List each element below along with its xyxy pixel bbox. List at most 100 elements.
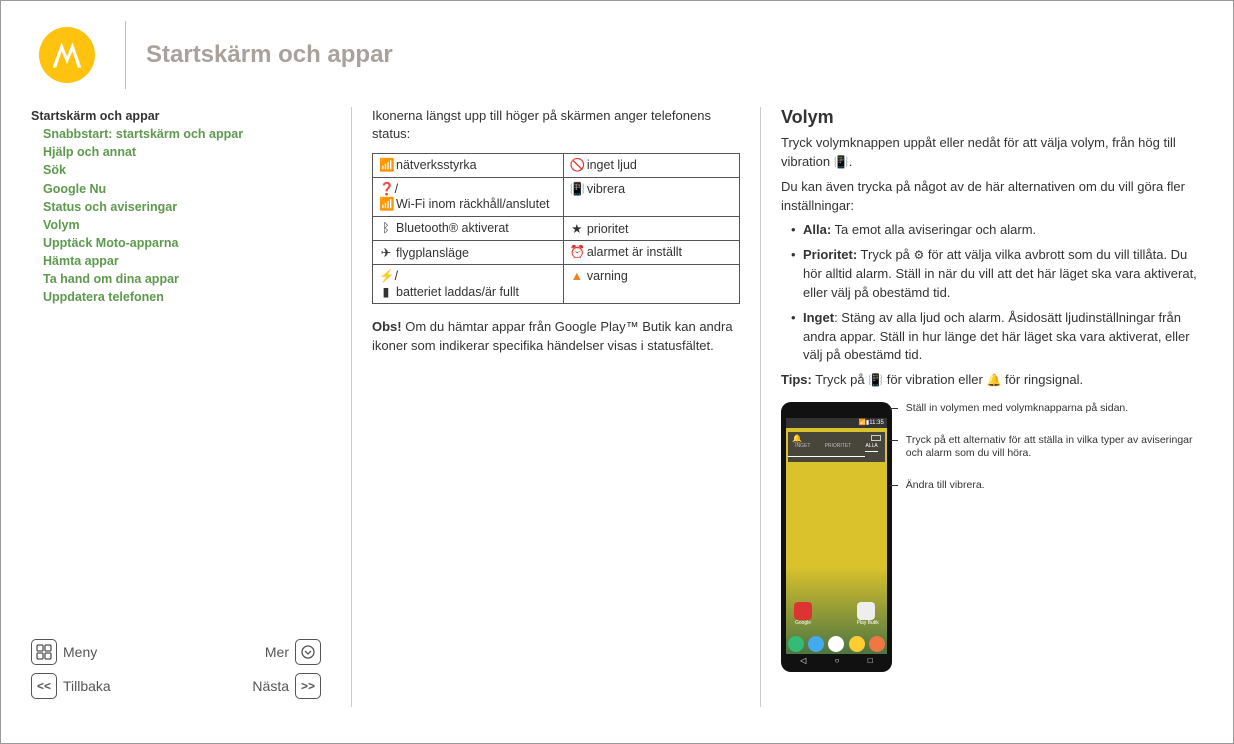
- motorola-logo: [39, 27, 95, 83]
- toc-item[interactable]: Uppdatera telefonen: [43, 288, 331, 306]
- menu-label: Meny: [63, 644, 97, 660]
- airplane-icon: ✈: [379, 245, 393, 260]
- main-content: Startskärm och appar Snabbstart: startsk…: [31, 107, 1203, 707]
- cell-text: vibrera: [587, 182, 625, 196]
- toc-item[interactable]: Ta hand om dina appar: [43, 270, 331, 288]
- cell-text: nätverksstyrka: [396, 158, 477, 172]
- bell-icon: 🔔: [986, 373, 1001, 387]
- phone-status-bar: 📶▮11:35: [786, 418, 887, 428]
- next-label: Nästa: [252, 678, 289, 694]
- right-column: Volym Tryck volymknappen uppåt eller ned…: [761, 107, 1203, 707]
- callout-text: Ställ in volymen med volymknapparna på s…: [900, 402, 1203, 416]
- header-divider: [125, 21, 126, 89]
- list-item: Prioritet: Tryck på ⚙ för att välja vilk…: [791, 246, 1203, 303]
- cell-text: Bluetooth® aktiverat: [396, 221, 509, 235]
- app-shortcuts-row: Google Play Butik: [794, 602, 879, 626]
- volume-panel: 🔔 INGET PRIORITET ALLA: [788, 432, 885, 462]
- dock-app-icon: [828, 636, 844, 652]
- toc-item[interactable]: Hjälp och annat: [43, 143, 331, 161]
- star-icon: ★: [570, 221, 584, 236]
- intro-text: Ikonerna längst upp till höger på skärme…: [372, 107, 740, 143]
- bullet-list: Alla: Ta emot alla aviseringar och alarm…: [781, 221, 1203, 365]
- more-button[interactable]: Mer: [265, 639, 321, 665]
- toc-item[interactable]: Volym: [43, 216, 331, 234]
- cell-text: inget ljud: [587, 158, 637, 172]
- phone-illustration: 📶▮11:35 🔔 INGET PRIORITET ALLA: [781, 402, 1203, 672]
- toc-item[interactable]: Upptäck Moto-apparna: [43, 234, 331, 252]
- dock-row: [786, 636, 887, 652]
- table-row: ⚡/▮batteriet laddas/är fullt ▲varning: [373, 265, 740, 304]
- gear-icon: ⚙: [914, 248, 925, 262]
- phone-frame: 📶▮11:35 🔔 INGET PRIORITET ALLA: [781, 402, 892, 672]
- table-row: ᛒBluetooth® aktiverat ★prioritet: [373, 217, 740, 241]
- menu-button[interactable]: Meny: [31, 639, 97, 665]
- vibrate-icon: 📳: [834, 155, 849, 169]
- list-item: Alla: Ta emot alla aviseringar och alarm…: [791, 221, 1203, 240]
- cell-text: Wi-Fi inom räckhåll/anslutet: [396, 197, 550, 211]
- volume-track: [788, 456, 865, 457]
- dock-app-icon: [869, 636, 885, 652]
- tips-line: Tips: Tryck på 📳 för vibration eller 🔔 f…: [781, 371, 1203, 390]
- toc-item[interactable]: Sök: [43, 161, 331, 179]
- cell-text: flygplansläge: [396, 246, 469, 260]
- bluetooth-icon: ᛒ: [379, 221, 393, 235]
- back-button[interactable]: << Tillbaka: [31, 673, 111, 699]
- phone-screen: 📶▮11:35 🔔 INGET PRIORITET ALLA: [786, 418, 887, 666]
- more-icon: [295, 639, 321, 665]
- paragraph: Du kan även trycka på något av de här al…: [781, 178, 1203, 216]
- menu-icon: [31, 639, 57, 665]
- table-row: ❓/📶Wi-Fi inom räckhåll/anslutet 📳vibrera: [373, 178, 740, 217]
- page-title: Startskärm och appar: [146, 41, 393, 69]
- section-title: Volym: [781, 107, 1203, 128]
- toc-item[interactable]: Google Nu: [43, 180, 331, 198]
- next-icon: >>: [295, 673, 321, 699]
- alarm-icon: ⏰: [570, 245, 584, 260]
- dock-app-icon: [808, 636, 824, 652]
- note-body: Om du hämtar appar från Google Play™ But…: [372, 319, 733, 352]
- callout-text: Tryck på ett alternativ för att ställa i…: [900, 434, 1203, 461]
- phone-nav-bar: ◁○□: [786, 654, 887, 666]
- cell-text: batteriet laddas/är fullt: [396, 285, 519, 299]
- callout-text: Ändra till vibrera.: [900, 479, 1203, 493]
- table-row: 📶nätverksstyrka 🚫inget ljud: [373, 154, 740, 178]
- cell-text: prioritet: [587, 222, 629, 236]
- back-label: Tillbaka: [63, 678, 111, 694]
- vibrate-icon: 📳: [868, 373, 883, 387]
- table-row: ✈flygplansläge ⏰alarmet är inställt: [373, 241, 740, 265]
- next-button[interactable]: Nästa >>: [252, 673, 321, 699]
- dock-app-icon: [788, 636, 804, 652]
- google-app-icon: [794, 602, 812, 620]
- toc-item[interactable]: Hämta appar: [43, 252, 331, 270]
- bottom-nav: Meny Mer << Tillbaka Nästa: [31, 639, 331, 707]
- volume-slider-icon: [871, 435, 881, 441]
- page: Startskärm och appar Startskärm och appa…: [0, 0, 1234, 744]
- toc-heading: Startskärm och appar: [31, 107, 331, 125]
- signal-icon: 📶: [379, 158, 393, 173]
- list-item: Inget: Stäng av alla ljud och alarm. Åsi…: [791, 309, 1203, 366]
- tab-none: INGET: [795, 443, 810, 452]
- back-icon: <<: [31, 673, 57, 699]
- more-label: Mer: [265, 644, 289, 660]
- paragraph: Tryck volymknappen uppåt eller nedåt för…: [781, 134, 1203, 172]
- wifi-icon: ❓/📶: [379, 182, 393, 212]
- toc-item[interactable]: Snabbstart: startskärm och appar: [43, 125, 331, 143]
- tab-priority: PRIORITET: [825, 443, 852, 452]
- battery-icon: ⚡/▮: [379, 269, 393, 299]
- note-text: Obs! Om du hämtar appar från Google Play…: [372, 318, 740, 354]
- vibrate-icon: 📳: [570, 182, 584, 197]
- cell-text: varning: [587, 269, 628, 283]
- cell-text: alarmet är inställt: [587, 245, 682, 259]
- toc-item[interactable]: Status och aviseringar: [43, 198, 331, 216]
- dock-app-icon: [849, 636, 865, 652]
- play-store-icon: [857, 602, 875, 620]
- header: Startskärm och appar: [31, 21, 1203, 89]
- toc: Startskärm och appar Snabbstart: startsk…: [31, 107, 331, 306]
- note-bold: Obs!: [372, 319, 402, 334]
- callouts: Ställ in volymen med volymknapparna på s…: [900, 402, 1203, 511]
- no-sound-icon: 🚫: [570, 158, 584, 173]
- center-column: Ikonerna längst upp till höger på skärme…: [351, 107, 761, 707]
- sidebar: Startskärm och appar Snabbstart: startsk…: [31, 107, 351, 707]
- warning-icon: ▲: [570, 269, 584, 283]
- bell-icon: 🔔: [792, 434, 802, 443]
- tab-all: ALLA: [865, 443, 877, 452]
